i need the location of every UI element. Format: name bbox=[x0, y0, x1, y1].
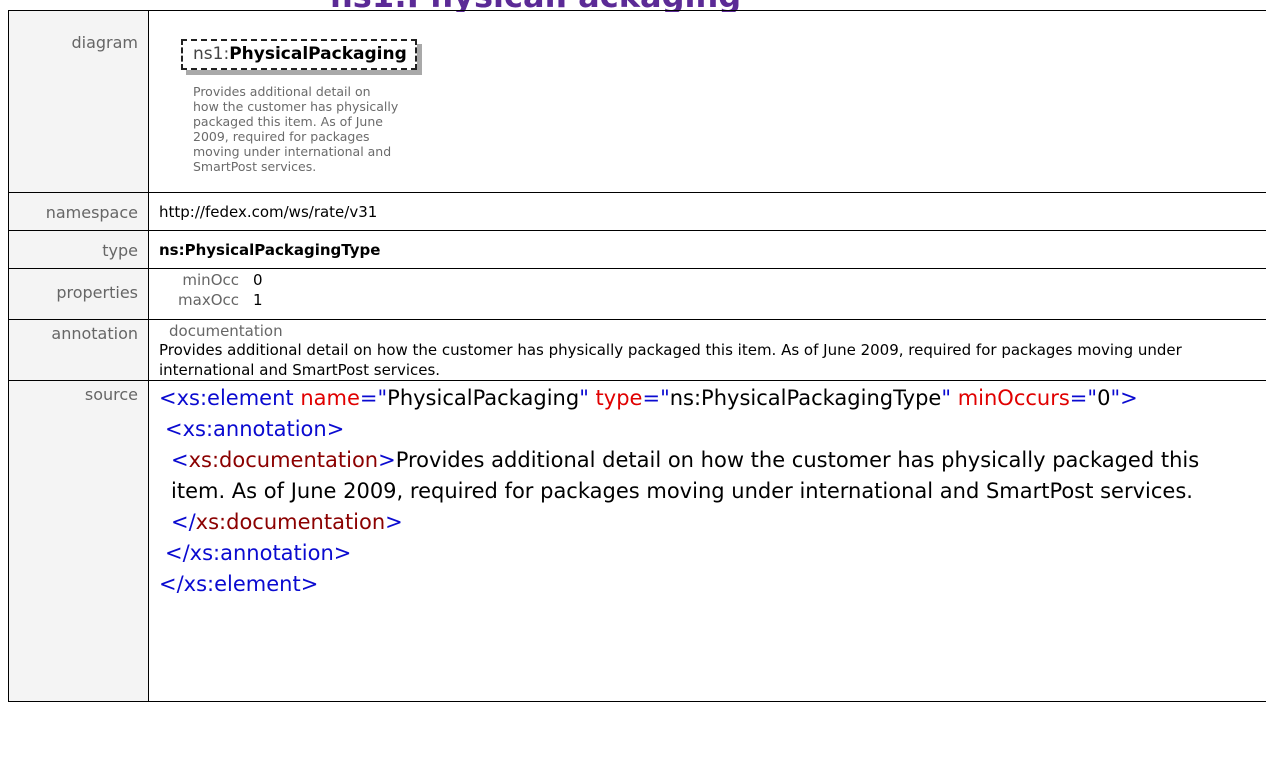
property-value: 0 bbox=[253, 271, 263, 289]
diagram-label: diagram bbox=[8, 10, 149, 193]
attr-name: name bbox=[300, 386, 360, 410]
tag-gt: > bbox=[378, 448, 396, 472]
attr-eq: =" bbox=[359, 386, 388, 410]
property-key: minOcc bbox=[182, 271, 239, 289]
element-namespace-prefix: ns1: bbox=[193, 44, 230, 64]
attr-quote: " bbox=[579, 386, 589, 410]
property-value: 1 bbox=[253, 291, 263, 309]
source-line-documentation: <xs:documentation>Provides additional de… bbox=[159, 445, 1236, 538]
source-row: source <xs:element name="PhysicalPackagi… bbox=[8, 380, 1266, 702]
properties-list: minOcc 0 maxOcc 1 bbox=[159, 269, 1266, 311]
element-name: PhysicalPackaging bbox=[229, 44, 407, 64]
source-line-element-close: </xs:element> bbox=[159, 569, 1236, 600]
annotation-heading: documentation bbox=[169, 322, 283, 340]
source-cell: <xs:element name="PhysicalPackaging" typ… bbox=[148, 380, 1266, 702]
source-line-annotation-close: </xs:annotation> bbox=[159, 538, 1236, 569]
properties-row: properties minOcc 0 maxOcc 1 bbox=[8, 268, 1266, 320]
element-box[interactable]: ns1:PhysicalPackaging bbox=[181, 39, 417, 70]
element-properties-table: diagram ns1:PhysicalPackaging Provides a… bbox=[8, 10, 1266, 702]
tag-documentation-name: xs:documentation bbox=[188, 448, 379, 472]
diagram-graphic: ns1:PhysicalPackaging Provides additiona… bbox=[159, 11, 1266, 174]
tag-close-gt: > bbox=[385, 510, 403, 534]
namespace-label: namespace bbox=[8, 192, 149, 231]
properties-cell: minOcc 0 maxOcc 1 bbox=[148, 268, 1266, 320]
diagram-cell: ns1:PhysicalPackaging Provides additiona… bbox=[148, 10, 1266, 193]
xsd-documentation-page: ns1:PhysicalPackaging diagram ns1:Physic… bbox=[0, 0, 1266, 774]
diagram-documentation-text: Provides additional detail on how the cu… bbox=[193, 84, 399, 174]
type-row: type ns:PhysicalPackagingType bbox=[8, 230, 1266, 269]
tag-documentation-close-name: xs:documentation bbox=[195, 510, 386, 534]
tag-element-open: <xs:element bbox=[159, 386, 294, 410]
type-label: type bbox=[8, 230, 149, 269]
attr-minoccurs-value: 0 bbox=[1097, 386, 1111, 410]
annotation-row: annotation documentation Provides additi… bbox=[8, 319, 1266, 381]
annotation-label: annotation bbox=[8, 319, 149, 381]
attr-type: type bbox=[595, 386, 643, 410]
attr-eq: =" bbox=[1069, 386, 1098, 410]
source-label: source bbox=[8, 380, 149, 702]
attr-eq: =" bbox=[642, 386, 670, 410]
property-minocc: minOcc 0 bbox=[159, 271, 1266, 291]
tag-lt: < bbox=[171, 448, 189, 472]
property-maxocc: maxOcc 1 bbox=[159, 291, 1266, 311]
source-line-annotation-open: <xs:annotation> bbox=[159, 414, 1236, 445]
namespace-value: http://fedex.com/ws/rate/v31 bbox=[148, 192, 1266, 231]
property-key: maxOcc bbox=[178, 291, 239, 309]
attr-minoccurs: minOccurs bbox=[957, 386, 1070, 410]
tag-annotation-open: <xs:annotation> bbox=[165, 417, 345, 441]
type-link[interactable]: ns:PhysicalPackagingType bbox=[159, 241, 380, 259]
source-code: <xs:element name="PhysicalPackaging" typ… bbox=[159, 381, 1266, 600]
diagram-row: diagram ns1:PhysicalPackaging Provides a… bbox=[8, 10, 1266, 193]
source-line-1: <xs:element name="PhysicalPackaging" typ… bbox=[159, 383, 1236, 414]
annotation-cell: documentation Provides additional detail… bbox=[148, 319, 1266, 381]
properties-label: properties bbox=[8, 268, 149, 320]
attr-close: "> bbox=[1110, 386, 1138, 410]
attr-name-value: PhysicalPackaging bbox=[387, 386, 580, 410]
attr-quote: " bbox=[941, 386, 951, 410]
tag-annotation-close: </xs:annotation> bbox=[165, 541, 352, 565]
namespace-row: namespace http://fedex.com/ws/rate/v31 bbox=[8, 192, 1266, 231]
tag-element-close: </xs:element> bbox=[159, 572, 319, 596]
attr-type-value: ns:PhysicalPackagingType bbox=[669, 386, 942, 410]
tag-close-lt: </ bbox=[171, 510, 196, 534]
type-cell: ns:PhysicalPackagingType bbox=[148, 230, 1266, 269]
annotation-text: Provides additional detail on how the cu… bbox=[159, 341, 1182, 379]
